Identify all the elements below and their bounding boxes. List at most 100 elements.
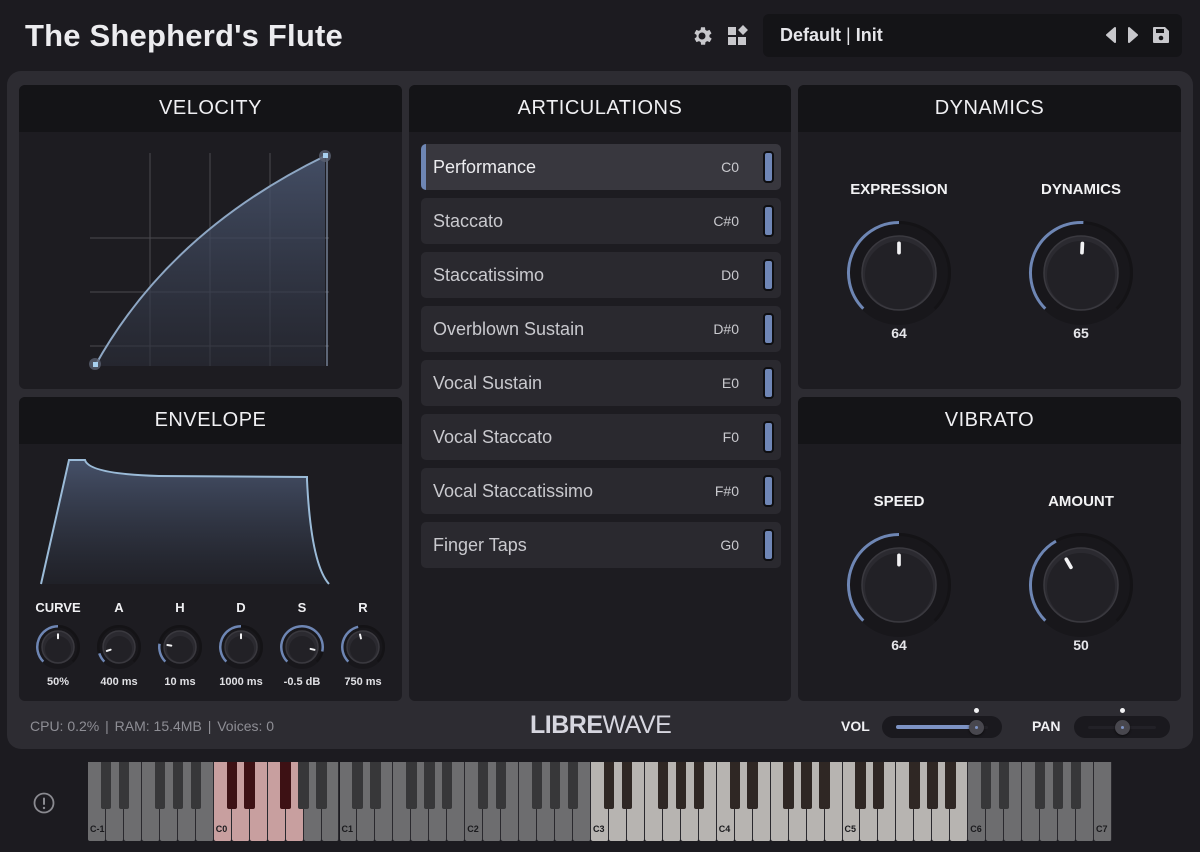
- articulation-item[interactable]: Vocal Staccatissimo F#0: [421, 468, 781, 514]
- black-key-D#2[interactable]: [495, 762, 507, 809]
- previous-preset-button[interactable]: [1101, 25, 1121, 45]
- velocity-curve-editor[interactable]: [19, 132, 402, 389]
- black-key-A#1[interactable]: [442, 762, 453, 809]
- white-key-C7[interactable]: C7: [1094, 762, 1112, 841]
- black-key-A#3[interactable]: [693, 762, 704, 809]
- black-key-F#3[interactable]: [657, 762, 669, 809]
- articulation-item[interactable]: Vocal Sustain E0: [421, 360, 781, 406]
- articulation-item[interactable]: Finger Taps G0: [421, 522, 781, 568]
- black-key-D#6[interactable]: [999, 762, 1010, 809]
- black-key-C#-1[interactable]: [100, 762, 112, 809]
- articulation-item[interactable]: Performance C0: [421, 144, 781, 190]
- black-key-C#3[interactable]: [603, 762, 615, 809]
- dynamics-dynamics-knob[interactable]: [1028, 220, 1134, 331]
- articulation-keyswitch: F#0: [714, 483, 739, 499]
- envelope-curve-knob[interactable]: [35, 624, 81, 675]
- black-key-G#0[interactable]: [298, 762, 309, 809]
- articulation-toggle[interactable]: [763, 205, 774, 237]
- envelope-hold-knob[interactable]: [157, 624, 203, 675]
- black-key-D#4[interactable]: [747, 762, 758, 809]
- volume-slider-thumb[interactable]: [969, 720, 985, 735]
- articulation-toggle[interactable]: [763, 151, 774, 183]
- dynamics-expression-knob[interactable]: [846, 220, 952, 331]
- envelope-sustain-knob[interactable]: [279, 624, 325, 675]
- articulation-toggle[interactable]: [763, 475, 774, 507]
- black-key-F#0[interactable]: [280, 762, 291, 809]
- articulation-keyswitch: G0: [720, 537, 739, 553]
- articulation-label: Vocal Sustain: [433, 373, 543, 393]
- envelope-hold-value: 10 ms: [164, 676, 196, 688]
- alert-icon[interactable]: [33, 792, 55, 814]
- articulation-item[interactable]: Vocal Staccato F0: [421, 414, 781, 460]
- black-key-C#4[interactable]: [729, 762, 740, 809]
- articulation-toggle[interactable]: [763, 367, 774, 399]
- save-preset-button[interactable]: [1151, 25, 1171, 45]
- black-key-F#5[interactable]: [909, 762, 920, 809]
- articulation-item[interactable]: Staccatissimo D0: [421, 252, 781, 298]
- envelope-attack-knob[interactable]: [96, 624, 142, 675]
- black-key-F#1[interactable]: [406, 762, 417, 809]
- black-key-D#-1[interactable]: [118, 762, 130, 809]
- black-key-F#4[interactable]: [783, 762, 794, 809]
- articulation-item[interactable]: Staccato C#0: [421, 198, 781, 244]
- pan-center-marker: [1119, 708, 1125, 713]
- articulation-toggle[interactable]: [763, 313, 774, 345]
- black-key-G#2[interactable]: [549, 762, 561, 809]
- vibrato-amount-value: 50: [1073, 637, 1089, 653]
- black-key-G#3[interactable]: [675, 762, 687, 809]
- preset-selector[interactable]: Default | Init: [763, 14, 1182, 57]
- articulation-toggle[interactable]: [763, 421, 774, 453]
- octave-label: C6: [970, 824, 982, 834]
- black-key-F#6[interactable]: [1034, 762, 1046, 809]
- pan-slider-thumb[interactable]: [1114, 720, 1130, 735]
- articulation-keyswitch: D#0: [713, 321, 739, 337]
- envelope-graph[interactable]: [19, 444, 402, 594]
- black-key-A#6[interactable]: [1070, 762, 1082, 809]
- articulation-toggle[interactable]: [763, 259, 774, 291]
- black-key-G#1[interactable]: [424, 762, 435, 809]
- envelope-curve-value: 50%: [46, 676, 70, 688]
- black-key-G#4[interactable]: [801, 762, 812, 809]
- articulation-label: Staccatissimo: [433, 265, 545, 285]
- gear-icon[interactable]: [690, 24, 714, 48]
- vibrato-amount-knob[interactable]: [1028, 532, 1134, 643]
- knob-pointer: [309, 647, 316, 651]
- envelope-decay-knob[interactable]: [218, 624, 264, 675]
- black-key-D#1[interactable]: [370, 762, 381, 809]
- black-key-G#5[interactable]: [927, 762, 938, 809]
- dynamics-expression-label: EXPRESSION: [850, 181, 948, 198]
- black-key-C#6[interactable]: [981, 762, 992, 809]
- knob-pointer: [105, 648, 112, 652]
- black-key-C#2[interactable]: [478, 762, 489, 809]
- volume-slider[interactable]: [882, 716, 1002, 738]
- black-key-G#-1[interactable]: [172, 762, 184, 809]
- articulations-title: ARTICULATIONS: [409, 85, 791, 132]
- black-key-D#5[interactable]: [873, 762, 884, 809]
- knob-pointer: [166, 643, 173, 647]
- black-key-F#-1[interactable]: [154, 762, 166, 809]
- black-key-F#2[interactable]: [531, 762, 543, 809]
- black-key-D#3[interactable]: [621, 762, 633, 809]
- next-preset-button[interactable]: [1123, 25, 1143, 45]
- envelope-release-value: 750 ms: [344, 676, 382, 688]
- black-key-A#4[interactable]: [819, 762, 830, 809]
- pan-slider[interactable]: [1074, 716, 1170, 738]
- envelope-release-knob[interactable]: [340, 624, 386, 675]
- black-key-C#5[interactable]: [855, 762, 866, 809]
- black-key-G#6[interactable]: [1052, 762, 1064, 809]
- articulation-toggle[interactable]: [763, 529, 774, 561]
- black-key-A#5[interactable]: [945, 762, 956, 809]
- envelope-curve-label: CURVE: [35, 600, 81, 615]
- black-key-D#0[interactable]: [244, 762, 255, 809]
- black-key-A#0[interactable]: [316, 762, 327, 809]
- black-key-A#-1[interactable]: [190, 762, 201, 809]
- black-key-C#1[interactable]: [352, 762, 363, 809]
- plugins-grid-icon[interactable]: [726, 24, 750, 48]
- vibrato-speed-knob[interactable]: [846, 532, 952, 643]
- envelope-release-label: R: [358, 600, 368, 615]
- piano-keyboard[interactable]: C-1 C0 C1 C2 C3 C4 C5 C6 C7: [88, 762, 1112, 841]
- performance-stats: CPU: 0.2% | RAM: 15.4MB | Voices: 0: [30, 718, 275, 734]
- articulation-item[interactable]: Overblown Sustain D#0: [421, 306, 781, 352]
- black-key-C#0[interactable]: [226, 762, 237, 809]
- black-key-A#2[interactable]: [567, 762, 579, 809]
